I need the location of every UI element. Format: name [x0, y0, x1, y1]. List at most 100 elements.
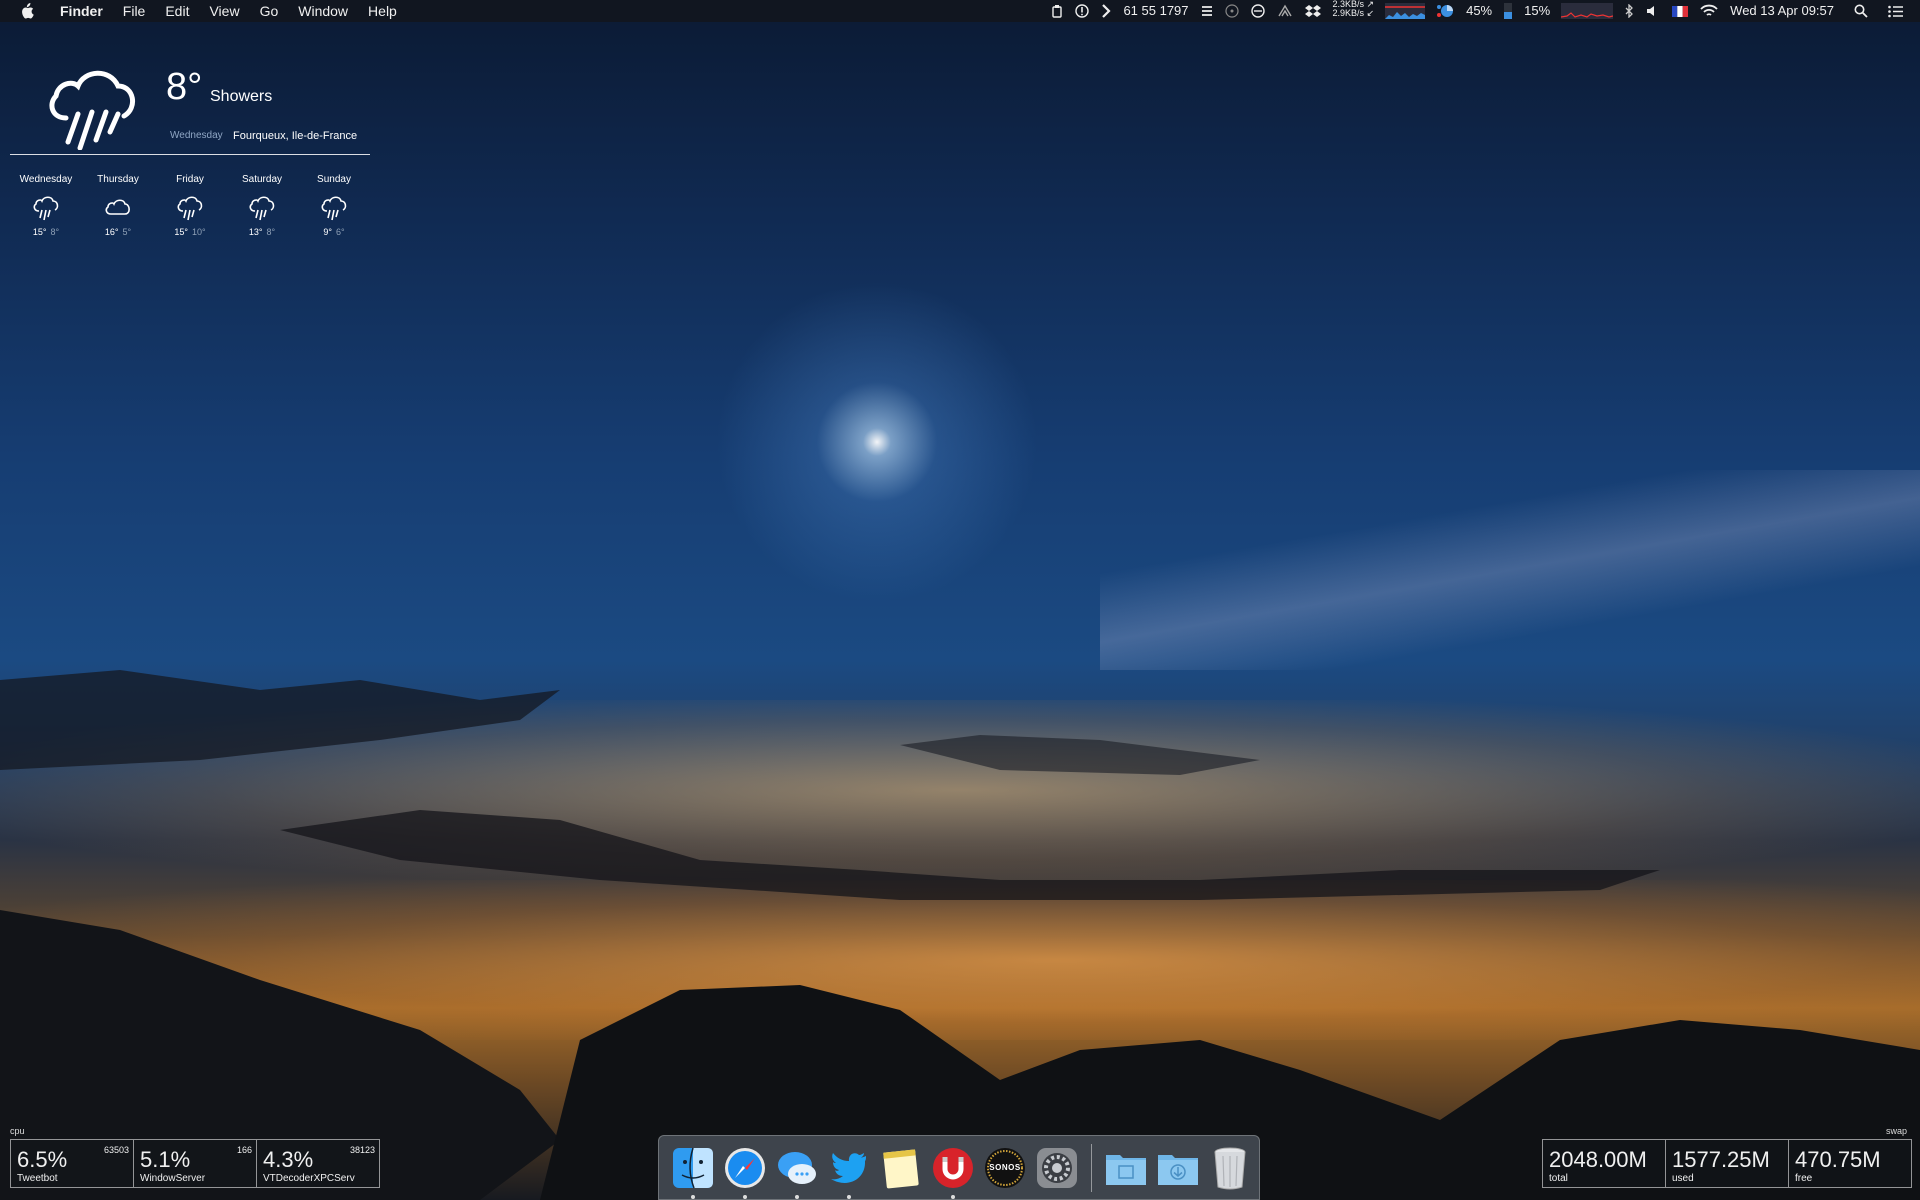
twitter-icon[interactable] — [827, 1146, 871, 1199]
downloads-folder-icon[interactable] — [1156, 1146, 1200, 1190]
network-speed[interactable]: 2.3KB/s ↗ 2.9KB/s ↙ — [1333, 0, 1375, 22]
weather-divider — [10, 154, 370, 155]
swap-stat-cell: 1577.25M used — [1666, 1140, 1789, 1187]
swap-stat-cell: 2048.00M total — [1543, 1140, 1666, 1187]
cpu-process-percent: 5.1% — [140, 1147, 191, 1172]
cpu-process-pid: 38123 — [349, 1145, 375, 1155]
forecast-low: 8° — [266, 227, 276, 237]
forecast-day-name: Sunday — [317, 174, 351, 185]
sonos-icon[interactable]: SONOS — [983, 1146, 1027, 1190]
swap-stat-name: total — [1549, 1173, 1568, 1184]
forecast-day: Friday 15° 10° — [154, 174, 226, 237]
safari-icon[interactable] — [723, 1146, 767, 1199]
forecast-day: Thursday 16° 5° — [82, 174, 154, 237]
input-source-flag-icon[interactable] — [1672, 0, 1689, 22]
forecast-high: 15° — [174, 227, 188, 237]
menu-help[interactable]: Help — [358, 0, 407, 22]
magnet-icon[interactable] — [931, 1146, 975, 1199]
forecast-high: 15° — [32, 227, 47, 237]
rain-icon — [298, 191, 370, 225]
swap-stat-cell: 470.75M free — [1789, 1140, 1911, 1187]
cpu-process-name: Tweetbot — [17, 1173, 58, 1184]
location: Fourqueux, Ile-de-France — [233, 130, 358, 142]
cpu-graph[interactable] — [1561, 3, 1614, 19]
swap-stat-name: used — [1672, 1173, 1694, 1184]
cpu-process-pid: 166 — [236, 1145, 252, 1155]
bluetooth-icon[interactable] — [1624, 0, 1634, 22]
menu-window[interactable]: Window — [288, 0, 358, 22]
forecast-day-name: Wednesday — [19, 174, 73, 185]
swap-stat-value: 1577.25M — [1672, 1147, 1770, 1172]
status-numbers[interactable]: 61 55 1797 — [1123, 0, 1188, 22]
info-status-icon[interactable] — [1075, 0, 1090, 22]
do-not-disturb-icon[interactable] — [1250, 0, 1265, 22]
cpu-process-cell: 5.1% 166 WindowServer — [134, 1140, 257, 1187]
cpu-process-cell: 6.5% 63503 Tweetbot — [11, 1140, 134, 1187]
menu-view[interactable]: View — [199, 0, 249, 22]
trash-icon[interactable] — [1208, 1146, 1252, 1190]
cpu-process-name: WindowServer — [140, 1173, 206, 1184]
apple-menu-icon[interactable] — [16, 3, 38, 19]
cpu-monitor: 6.5% 63503 Tweetbot 5.1% 166 WindowServe… — [10, 1139, 380, 1188]
notification-center-icon[interactable] — [1888, 0, 1904, 22]
cpu-process-percent: 4.3% — [263, 1147, 314, 1172]
swap-stat-value: 2048.00M — [1549, 1147, 1647, 1172]
forecast-day: Sunday 9° 6° — [298, 174, 370, 237]
cpu-bar-icon[interactable] — [1504, 0, 1513, 22]
dock-separator — [1091, 1143, 1092, 1192]
stack-status-icon[interactable] — [1201, 0, 1213, 22]
sonos-label: SONOS — [989, 1163, 1021, 1172]
cpu-process-pid: 63503 — [103, 1145, 129, 1155]
spotlight-search-icon[interactable] — [1854, 0, 1868, 22]
rain-icon — [226, 191, 298, 225]
cpu-monitor-label: cpu — [10, 1126, 25, 1136]
wifi-icon[interactable] — [1700, 0, 1718, 22]
network-graph[interactable] — [1385, 3, 1426, 19]
memory-pie-icon[interactable] — [1436, 0, 1454, 22]
volume-icon[interactable] — [1646, 0, 1660, 22]
forecast-day: Wednesday 15° 8° — [10, 174, 82, 237]
forecast-low: 8° — [50, 227, 60, 237]
swap-monitor: 2048.00M total 1577.25M used 470.75M fre… — [1542, 1139, 1912, 1188]
prompt-status-icon[interactable] — [1101, 0, 1112, 22]
menu-app-name[interactable]: Finder — [50, 0, 113, 22]
swap-stat-value: 470.75M — [1795, 1147, 1881, 1172]
swap-stat-name: free — [1795, 1173, 1813, 1184]
running-indicator — [795, 1194, 799, 1199]
network-download-speed: 2.9KB/s ↙ — [1332, 8, 1375, 18]
clipboard-status-icon[interactable] — [1051, 0, 1063, 22]
system-preferences-icon[interactable] — [1035, 1146, 1079, 1190]
cpu-process-percent: 6.5% — [17, 1147, 68, 1172]
cpu-percent[interactable]: 15% — [1524, 0, 1550, 22]
forecast-low: 5° — [122, 227, 132, 237]
rain-cloud-icon — [44, 58, 140, 155]
forecast-day-name: Friday — [176, 174, 204, 185]
forecast-day-name: Thursday — [97, 174, 139, 185]
dropbox-icon[interactable] — [1304, 0, 1321, 22]
notes-icon[interactable] — [879, 1146, 923, 1190]
running-indicator — [951, 1194, 955, 1199]
running-indicator — [691, 1194, 695, 1199]
dock: SONOS — [658, 1135, 1260, 1200]
running-indicator — [743, 1194, 747, 1199]
forecast-low: 10° — [192, 227, 206, 237]
forecast-day: Saturday 13° 8° — [226, 174, 298, 237]
menu-edit[interactable]: Edit — [155, 0, 199, 22]
current-temperature: 8° — [166, 66, 203, 108]
swap-monitor-label: swap — [1886, 1126, 1908, 1136]
menu-file[interactable]: File — [113, 0, 156, 22]
forecast-high: 16° — [104, 227, 119, 237]
movies-folder-icon[interactable] — [1104, 1146, 1148, 1190]
airplay-status-icon[interactable] — [1277, 0, 1293, 22]
menu-go[interactable]: Go — [250, 0, 289, 22]
clock[interactable]: Wed 13 Apr 09:57 — [1730, 0, 1834, 22]
battery-percent[interactable]: 45% — [1466, 0, 1492, 22]
forecast-day-name: Saturday — [241, 174, 283, 185]
rain-icon — [10, 191, 82, 225]
finder-icon[interactable] — [671, 1146, 715, 1199]
forecast-row: Wednesday 15° 8° Thursday 16° 5° Friday 15… — [10, 174, 370, 237]
disc-status-icon[interactable] — [1224, 0, 1239, 22]
messages-icon[interactable] — [775, 1146, 819, 1199]
cpu-process-name: VTDecoderXPCServ — [263, 1173, 355, 1184]
weather-widget: 8° Showers Wednesday Fourqueux, Ile-de-F… — [10, 50, 370, 260]
